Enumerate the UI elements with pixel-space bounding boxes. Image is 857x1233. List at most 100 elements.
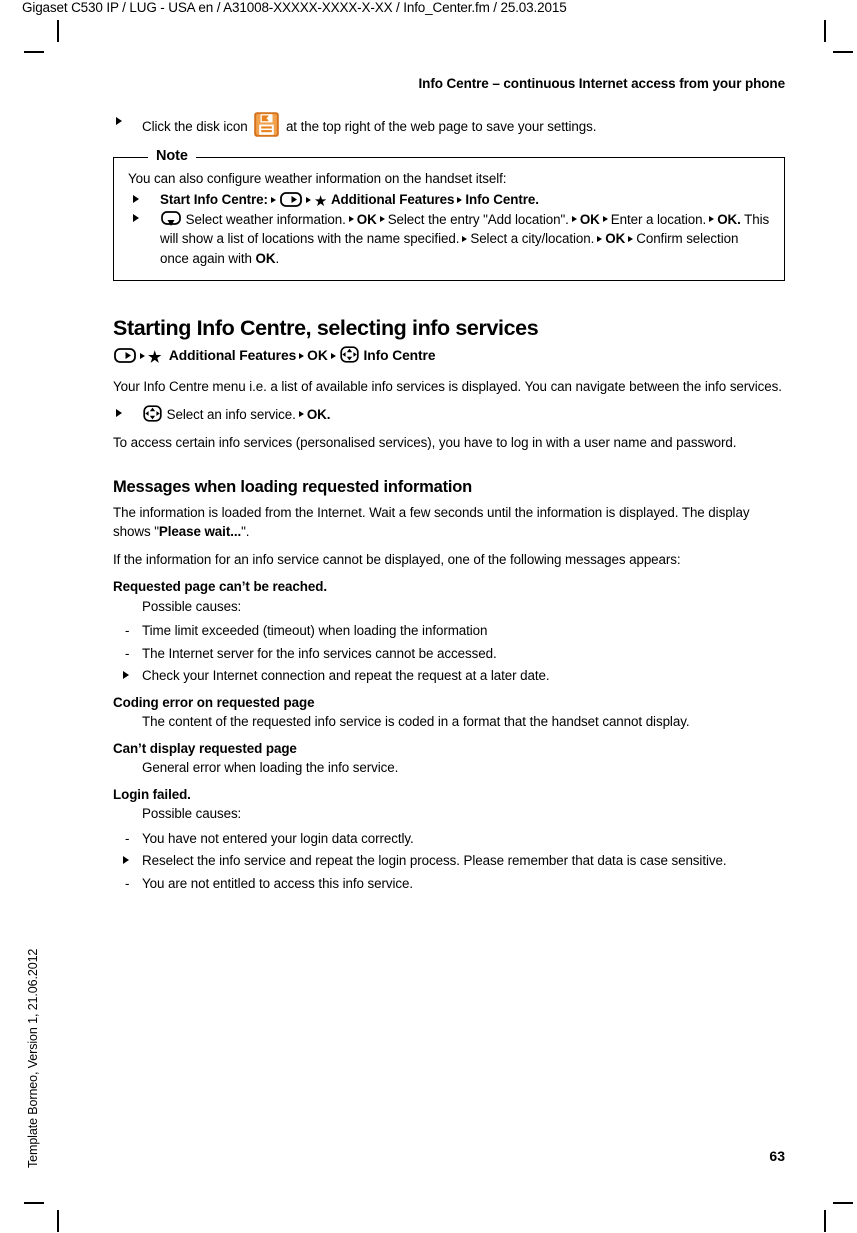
- crop-mark-bottom-right-horizontal: [833, 1202, 853, 1204]
- note-step-1-label: Start Info Centre:: [160, 192, 268, 207]
- select-info-service-step: Select an info service. OK.: [113, 404, 785, 425]
- file-info-line: Gigaset C530 IP / LUG - USA en / A31008-…: [22, 0, 567, 15]
- note-step-1-item-1: Additional Features: [330, 192, 455, 207]
- note-step-1-item-2: Info Centre: [465, 192, 536, 207]
- error-list-item-text: You are not entitled to access this info…: [142, 875, 413, 891]
- error-list-item: - The Internet server for the info servi…: [113, 644, 785, 664]
- select-info-service-text: Select an info service.: [166, 406, 296, 422]
- note-box-caption: Note: [148, 146, 196, 166]
- path-separator-icon: [270, 196, 276, 203]
- note-step-2-text-5: Select a city/location.: [470, 231, 595, 246]
- path-separator-icon: [379, 216, 385, 222]
- messages-paragraph-1-b: ".: [241, 524, 250, 539]
- error-list-item: - You have not entered your login data c…: [113, 829, 785, 849]
- crop-mark-top-left-horizontal: [24, 51, 44, 53]
- running-head-title: Info Centre – continuous Internet access…: [418, 76, 786, 91]
- note-step-2-text-1: Select weather information.: [185, 211, 346, 227]
- star-icon: ★: [148, 349, 162, 366]
- step-triangle-icon: [123, 666, 129, 686]
- error-body: General error when loading the info serv…: [142, 760, 399, 775]
- crop-mark-bottom-left-horizontal: [24, 1202, 44, 1204]
- path-separator-icon: [348, 216, 354, 222]
- error-block: Requested page can’t be reached. Possibl…: [113, 577, 785, 686]
- path-separator-icon: [330, 352, 336, 359]
- crop-mark-bottom-right-vertical: [824, 1210, 826, 1232]
- note-step-2-trailing: .: [275, 250, 280, 266]
- path-separator-icon: [462, 235, 468, 242]
- error-title: Coding error on requested page: [113, 694, 315, 710]
- note-step-2-ok-1: OK: [356, 211, 377, 227]
- error-title: Can’t display requested page: [113, 740, 297, 756]
- path-separator-icon: [457, 196, 463, 203]
- please-wait-label: Please wait...: [158, 524, 242, 539]
- path-separator-icon: [299, 352, 305, 359]
- crop-mark-top-right-vertical: [824, 20, 826, 42]
- path-separator-icon: [571, 216, 577, 222]
- document-page: Gigaset C530 IP / LUG - USA en / A31008-…: [0, 0, 857, 1233]
- error-list-item-text: Reselect the info service and repeat the…: [142, 853, 727, 868]
- error-list-item: - Time limit exceeded (timeout) when loa…: [113, 621, 785, 641]
- note-step-2-ok-2: OK: [579, 211, 600, 227]
- error-title: Requested page can’t be reached.: [113, 579, 327, 594]
- messages-paragraph-1: The information is loaded from the Inter…: [113, 503, 785, 542]
- dash-marker-icon: -: [125, 623, 130, 638]
- template-version-label: Template Borneo, Version 1, 21.06.2012: [26, 948, 40, 1168]
- crop-mark-top-right-horizontal: [833, 51, 853, 53]
- subsection-heading-messages: Messages when loading requested informat…: [113, 477, 473, 496]
- dash-marker-icon: -: [125, 830, 130, 846]
- select-info-service-ok: OK.: [306, 406, 331, 422]
- menu-path-item-1: Additional Features: [168, 348, 297, 363]
- dash-marker-icon: -: [125, 875, 130, 891]
- menu-path-item-2: OK: [307, 348, 328, 363]
- intro-step-text-2: at the top right of the web page to save…: [285, 119, 597, 134]
- step-triangle-icon: [133, 190, 139, 210]
- error-list-item: - You are not entitled to access this in…: [113, 874, 785, 894]
- handset-menu-key-icon: [280, 192, 302, 207]
- error-list-item-text: The Internet server for the info service…: [142, 645, 497, 661]
- path-separator-icon: [597, 235, 603, 242]
- step-triangle-icon: [116, 405, 122, 425]
- section-heading-starting-info-centre: Starting Info Centre, selecting info ser…: [113, 316, 539, 340]
- path-separator-icon: [140, 352, 145, 359]
- error-lead: Possible causes:: [142, 598, 242, 614]
- path-separator-icon: [602, 216, 608, 222]
- star-icon: ★: [313, 193, 328, 210]
- note-step-2-ok-5: OK: [255, 250, 276, 266]
- path-separator-icon: [298, 411, 304, 417]
- menu-path-item-3: Info Centre: [363, 348, 436, 363]
- crop-mark-top-left-vertical: [57, 20, 59, 42]
- path-separator-icon: [709, 216, 715, 222]
- step-triangle-icon: [123, 851, 129, 871]
- note-step-2-ok-4: OK: [605, 231, 626, 246]
- error-block: Login failed. Possible causes: - You hav…: [113, 785, 785, 894]
- note-step-2: Select weather information. OK Select the …: [128, 210, 770, 269]
- error-list-item-text: Time limit exceeded (timeout) when loadi…: [142, 623, 488, 638]
- error-list-item-text: Check your Internet connection and repea…: [142, 668, 550, 683]
- error-block: Coding error on requested page The conte…: [113, 693, 785, 732]
- note-step-1: Start Info Centre: ★ Additional Features I…: [128, 190, 770, 210]
- navigation-key-4way-icon: [143, 404, 162, 422]
- intro-step-text-1: Click the disk icon: [142, 119, 248, 134]
- error-list-item: Reselect the info service and repeat the…: [113, 851, 785, 871]
- note-step-2-text-2: Select the entry "Add location".: [387, 211, 569, 227]
- step-triangle-icon: [133, 210, 139, 230]
- main-content-column: Click the disk icon at the top right of …: [113, 112, 785, 896]
- error-title: Login failed.: [113, 786, 191, 802]
- page-number: 63: [769, 1148, 785, 1164]
- step-triangle-icon: [116, 112, 122, 132]
- note-step-2-ok-3: OK.: [717, 211, 741, 227]
- floppy-disk-save-icon: [254, 112, 280, 143]
- path-separator-icon: [305, 196, 311, 203]
- note-intro-text: You can also configure weather informati…: [128, 170, 507, 186]
- crop-mark-bottom-left-vertical: [57, 1210, 59, 1232]
- error-list-item-text: You have not entered your login data cor…: [142, 830, 414, 846]
- error-body: The content of the requested info servic…: [142, 714, 690, 729]
- navigation-key-4way-icon: [340, 346, 359, 363]
- section-paragraph-2: To access certain info services (persona…: [113, 435, 737, 450]
- navigation-key-down-icon: [161, 210, 181, 227]
- note-step-2-text-3: Enter a location.: [610, 211, 707, 227]
- error-lead: Possible causes:: [142, 806, 242, 821]
- section-paragraph-1: Your Info Centre menu i.e. a list of ava…: [113, 379, 782, 394]
- dash-marker-icon: -: [125, 645, 130, 661]
- note-step-1-trailing: .: [535, 192, 539, 207]
